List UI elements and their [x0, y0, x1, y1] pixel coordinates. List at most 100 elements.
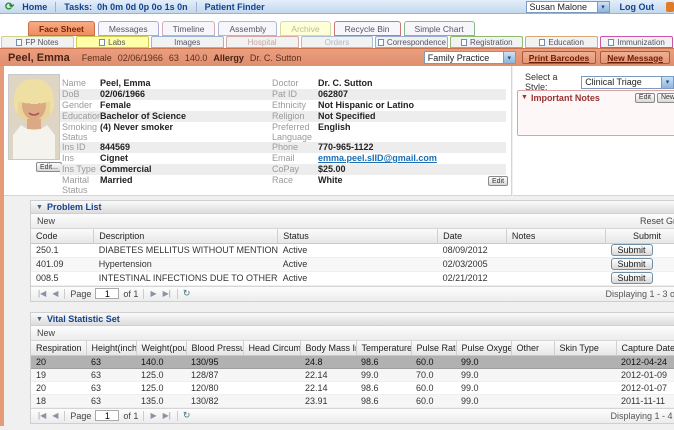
tab-registration[interactable]: Registration [450, 36, 524, 48]
tab-archive[interactable]: Archive [280, 21, 331, 36]
submit-button[interactable]: Submit [610, 272, 653, 284]
temperature-cell: 98.6 [356, 355, 411, 369]
col-weight[interactable]: Weight(pounds) [136, 341, 187, 356]
col-height[interactable]: Height(inches) [86, 341, 137, 356]
col-code[interactable]: Code [31, 229, 95, 244]
pager-prev-icon[interactable]: ◀ [52, 289, 58, 298]
marital-value: Married [100, 175, 133, 185]
problem-reset-grid-button[interactable]: Reset Grid [640, 216, 674, 226]
submit-button[interactable]: Submit [610, 258, 653, 270]
tab-images[interactable]: Images [150, 36, 224, 48]
col-other[interactable]: Other [511, 341, 555, 356]
head-cell [243, 394, 300, 408]
patid-value: 062807 [318, 89, 349, 99]
col-head-circumference[interactable]: Head Circumf... [243, 341, 301, 356]
code-cell: 008.5 [31, 271, 94, 286]
notes-new-button[interactable]: New [656, 92, 674, 103]
problem-row[interactable]: 250.1 DIABETES MELLITUS WITHOUT MENTION … [31, 243, 674, 258]
col-blood-pressure[interactable]: Blood Pressure [186, 341, 244, 356]
respiration-cell: 19 [31, 368, 86, 382]
tab-immunization[interactable]: Immunization [600, 36, 674, 48]
skin-cell [554, 355, 616, 369]
tab-face-sheet[interactable]: Face Sheet [28, 21, 95, 36]
tab-correspondence[interactable]: Correspondence [375, 36, 449, 48]
col-date[interactable]: Date [437, 229, 507, 244]
tab-fp-notes[interactable]: FP Notes [1, 36, 74, 48]
col-notes[interactable]: Notes [506, 229, 607, 244]
pager-first-icon[interactable]: |◀ [38, 289, 46, 298]
col-pulse-oxygen[interactable]: Pulse Oxygen [456, 341, 512, 356]
notes-edit-button[interactable]: Edit [634, 92, 655, 103]
tab-education[interactable]: Education [525, 36, 599, 48]
col-pulse-rate[interactable]: Pulse Rate [411, 341, 457, 356]
style-select[interactable]: Clinical Triage ▾ [581, 75, 674, 89]
vital-row[interactable]: 20 63 140.0 130/95 24.8 98.6 60.0 99.0 2… [31, 355, 674, 369]
demo-row: Ins Cignet Email emma.peel.sIID@gmail.co… [60, 153, 506, 164]
refresh-icon[interactable]: ↻ [183, 410, 191, 421]
col-status[interactable]: Status [277, 229, 439, 244]
problem-row[interactable]: 008.5 INTESTINAL INFECTIONS DUE TO OTHER… [31, 271, 674, 286]
tab-label: Education [548, 37, 584, 47]
problem-new-button[interactable]: New [37, 216, 55, 226]
patient-finder-link[interactable]: Patient Finder [205, 2, 265, 12]
tab-assembly[interactable]: Assembly [218, 21, 278, 36]
tab-hospital: Hospital [225, 36, 299, 48]
pager-next-icon[interactable]: ▶ [150, 289, 156, 298]
new-message-button[interactable]: New Message [600, 51, 670, 64]
problem-list-toolbar: New Reset Grid [31, 214, 674, 229]
tab-label: Labs [108, 37, 126, 47]
date-cell: 02/03/2005 [437, 257, 507, 272]
collapse-icon[interactable]: ▼ [36, 204, 43, 211]
col-capture-date[interactable]: Capture Date▼ [616, 341, 674, 356]
chevron-down-icon: ▾ [596, 1, 609, 12]
tab-messages[interactable]: Messages [97, 21, 159, 36]
pager-prev-icon[interactable]: ◀ [52, 411, 58, 420]
submit-button[interactable]: Submit [610, 244, 653, 256]
field-label: Ins ID [62, 142, 86, 152]
allergy-link[interactable]: Allergy [213, 53, 244, 63]
tab-recycle-bin[interactable]: Recycle Bin [333, 21, 401, 36]
page-input[interactable] [95, 288, 120, 299]
home-link[interactable]: Home [22, 2, 47, 12]
page-input[interactable] [95, 410, 120, 421]
email-link[interactable]: emma.peel.sIID@gmail.com [318, 153, 506, 164]
col-description[interactable]: Description [93, 229, 279, 244]
pager-next-icon[interactable]: ▶ [150, 411, 156, 420]
field-label: Ins Type [62, 164, 96, 174]
photo-edit-button[interactable]: Edit... [36, 162, 62, 172]
col-submit[interactable]: Submit [605, 229, 674, 244]
vitals-new-button[interactable]: New [37, 328, 55, 338]
important-notes-title: Important Notes [530, 92, 600, 103]
pager-first-icon[interactable]: |◀ [38, 411, 46, 420]
vital-row[interactable]: 19 63 125.0 128/87 22.14 99.0 70.0 99.0 … [31, 368, 674, 382]
description-cell: INTESTINAL INFECTIONS DUE TO OTHER ORGAN… [93, 271, 278, 286]
tab-simple-chart[interactable]: Simple Chart [403, 21, 475, 36]
collapse-icon[interactable]: ▼ [36, 316, 43, 323]
col-respiration[interactable]: Respiration [31, 341, 87, 356]
logout-link[interactable]: Log Out [620, 2, 655, 12]
date-cell: 02/21/2012 [437, 271, 507, 286]
print-barcodes-button[interactable]: Print Barcodes [521, 51, 597, 64]
tab-timeline[interactable]: Timeline [161, 21, 216, 36]
problem-row[interactable]: 401.09 Hypertension Active 02/03/2005 Su… [31, 257, 674, 272]
tab-labs[interactable]: Labs [75, 36, 149, 48]
bmi-cell: 22.14 [300, 368, 356, 382]
bp-cell: 128/87 [186, 368, 243, 382]
tab-label: Orders [324, 37, 350, 47]
vital-row[interactable]: 18 63 135.0 130/82 23.91 98.6 60.0 99.0 … [31, 394, 674, 408]
refresh-icon[interactable]: ↻ [183, 288, 191, 299]
pager-last-icon[interactable]: ▶| [163, 289, 171, 298]
user-select[interactable]: Susan Malone ▾ [525, 0, 610, 13]
tasks-counts[interactable]: 0h 0m 0d 0p 0o 1s 0n [97, 2, 188, 12]
col-skin-type[interactable]: Skin Type [554, 341, 617, 356]
col-bmi[interactable]: Body Mass In... [300, 341, 357, 356]
field-label: DoB [62, 89, 80, 99]
tab-label: Immunization [617, 37, 665, 47]
tasks-label[interactable]: Tasks: [64, 2, 92, 12]
vital-row[interactable]: 20 63 125.0 120/80 22.14 98.6 60.0 99.0 … [31, 381, 674, 395]
practice-select[interactable]: Family Practice ▾ [423, 51, 516, 64]
collapse-icon[interactable]: ▼ [521, 94, 528, 101]
col-temperature[interactable]: Temperature(F) [356, 341, 412, 356]
ins-value: Cignet [100, 153, 128, 163]
pager-last-icon[interactable]: ▶| [163, 411, 171, 420]
